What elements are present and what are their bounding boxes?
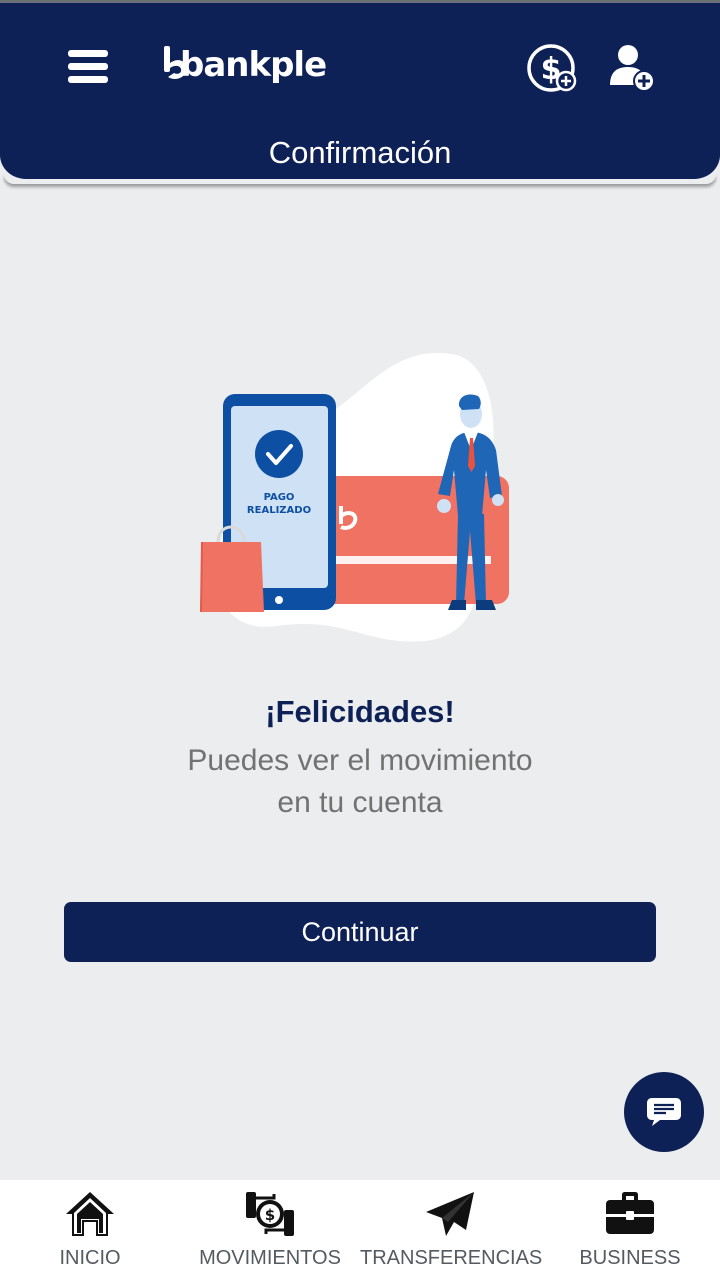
nav-label-inicio: INICIO xyxy=(59,1247,121,1269)
add-user-button[interactable] xyxy=(608,43,656,93)
payment-success-illustration: PAGO REALIZADO xyxy=(200,352,509,642)
nav-item-transferencias[interactable]: TRANSFERENCIAS xyxy=(360,1180,543,1280)
shopping-bag xyxy=(200,542,264,612)
home-icon xyxy=(66,1192,114,1236)
message-line-2: en tu cuenta xyxy=(277,786,443,819)
app-header: bankple $ Confirmación xyxy=(0,3,720,179)
phone-text-line1: PAGO xyxy=(264,492,295,503)
nav-label-transferencias: TRANSFERENCIAS xyxy=(360,1247,543,1269)
confirmation-message: Puedes ver el movimiento en tu cuenta xyxy=(110,740,610,824)
bottom-navigation: INICIO $ MOVIMIENTOS TRANSFERENCIAS BUSI… xyxy=(0,1180,720,1280)
nav-item-inicio[interactable]: INICIO xyxy=(0,1180,180,1280)
nav-label-movimientos: MOVIMIENTOS xyxy=(199,1247,341,1269)
add-money-button[interactable]: $ xyxy=(526,43,578,95)
logo-text: bankple xyxy=(180,45,327,85)
menu-button[interactable] xyxy=(66,45,110,87)
phone-text-line2: REALIZADO xyxy=(247,505,311,516)
chat-button[interactable] xyxy=(624,1072,704,1152)
svg-text:$: $ xyxy=(265,1206,275,1224)
nav-item-business[interactable]: BUSINESS xyxy=(540,1180,720,1280)
bankple-logo: bankple xyxy=(162,43,332,93)
nav-label-business: BUSINESS xyxy=(579,1247,681,1269)
continue-button[interactable]: Continuar xyxy=(64,902,656,962)
briefcase-icon xyxy=(606,1192,654,1234)
check-circle-icon xyxy=(255,430,303,478)
page-title: Confirmación xyxy=(268,135,452,170)
congrats-title: ¡Felicidades! xyxy=(265,694,455,729)
money-exchange-icon: $ xyxy=(246,1192,294,1236)
user-plus-icon xyxy=(610,45,655,92)
message-line-1: Puedes ver el movimiento xyxy=(187,744,533,777)
chat-bubble-icon xyxy=(647,1098,681,1126)
hamburger-menu-icon xyxy=(68,50,108,57)
nav-item-movimientos[interactable]: $ MOVIMIENTOS xyxy=(180,1180,360,1280)
paper-plane-icon xyxy=(426,1192,474,1236)
dollar-plus-icon: $ xyxy=(527,44,577,92)
